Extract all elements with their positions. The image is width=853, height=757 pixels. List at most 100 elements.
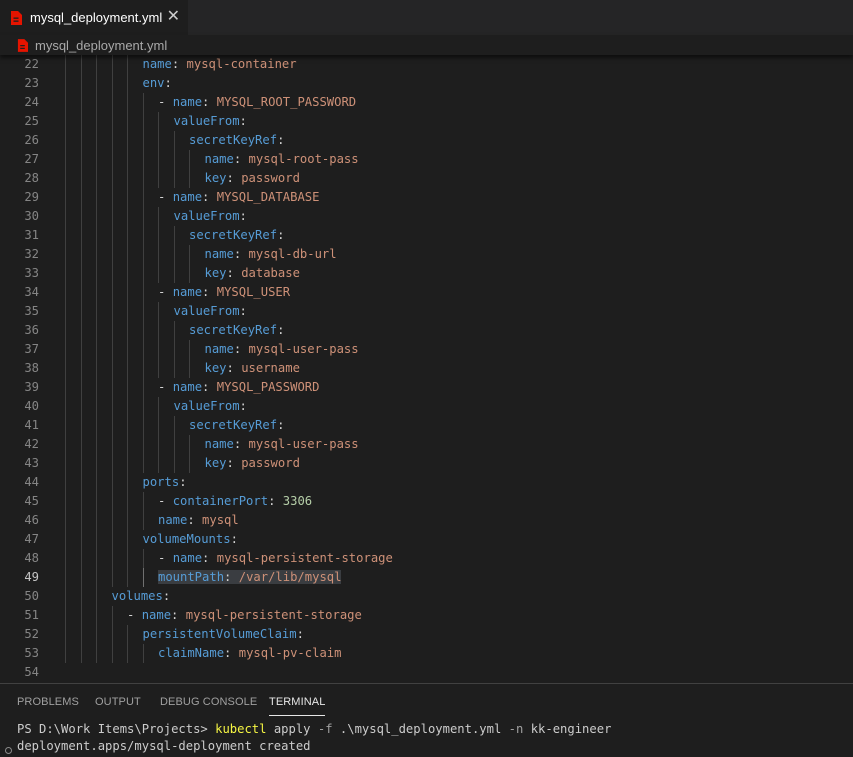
indent-guide: [96, 416, 97, 435]
tab-terminal[interactable]: TERMINAL: [269, 696, 326, 716]
code-line[interactable]: 23 env:: [0, 74, 853, 93]
code-line[interactable]: 36 secretKeyRef:: [0, 321, 853, 340]
indent-guide: [96, 112, 97, 131]
code-line[interactable]: 42 name: mysql-user-pass: [0, 435, 853, 454]
code-token: password: [241, 456, 300, 470]
tab-debug-console[interactable]: DEBUG CONSOLE: [160, 696, 257, 708]
line-number: 24: [24, 95, 39, 109]
code-line[interactable]: 32 name: mysql-db-url: [0, 245, 853, 264]
code-line[interactable]: 25 valueFrom:: [0, 112, 853, 131]
tab-problems[interactable]: PROBLEMS: [17, 696, 79, 708]
indent-guide: [96, 435, 97, 454]
line-number: 51: [24, 608, 39, 622]
code-line[interactable]: 27 name: mysql-root-pass: [0, 150, 853, 169]
code-token: :: [171, 608, 186, 622]
line-number: 48: [24, 551, 39, 565]
code-line[interactable]: 30 valueFrom:: [0, 207, 853, 226]
terminal-args: apply: [266, 722, 318, 736]
code-token: MYSQL_PASSWORD: [216, 380, 320, 394]
code-token: name: [172, 380, 203, 394]
code-line[interactable]: 31 secretKeyRef:: [0, 226, 853, 245]
code-line[interactable]: 44 ports:: [0, 473, 853, 492]
code-token: valueFrom: [173, 209, 240, 223]
code-token: name: [204, 247, 234, 261]
code-line[interactable]: 22 name: mysql-container: [0, 55, 853, 74]
code-text: - name: MYSQL_USER: [158, 283, 290, 302]
code-line[interactable]: 40 valueFrom:: [0, 397, 853, 416]
indent-guide: [65, 321, 66, 340]
breadcrumb-filename[interactable]: mysql_deployment.yml: [35, 38, 167, 53]
code-line[interactable]: 26 secretKeyRef:: [0, 131, 853, 150]
code-text: ports:: [143, 473, 187, 492]
code-token: key: [204, 171, 227, 185]
tab-output[interactable]: OUTPUT: [95, 696, 141, 708]
indent-guide: [127, 435, 128, 454]
code-line[interactable]: 41 secretKeyRef:: [0, 416, 853, 435]
code-line[interactable]: 48 - name: mysql-persistent-storage: [0, 549, 853, 568]
code-token: :: [226, 456, 242, 470]
indent-guide: [111, 302, 113, 321]
code-line[interactable]: 46 name: mysql: [0, 511, 853, 530]
indent-guide: [189, 435, 190, 454]
code-token: key: [204, 456, 227, 470]
code-line[interactable]: 50 volumes:: [0, 587, 853, 606]
indent-guide: [158, 207, 159, 226]
line-number: 39: [24, 380, 39, 394]
code-line[interactable]: 29 - name: MYSQL_DATABASE: [0, 188, 853, 207]
code-line[interactable]: 45 - containerPort: 3306: [0, 492, 853, 511]
code-line[interactable]: 54: [0, 663, 853, 682]
code-editor[interactable]: 22 name: mysql-container 23 env: 24 - name: M…: [0, 55, 853, 683]
code-line[interactable]: 35 valueFrom:: [0, 302, 853, 321]
code-line[interactable]: 28 key: password: [0, 169, 853, 188]
code-line[interactable]: 34 - name: MYSQL_USER: [0, 283, 853, 302]
indent-guide: [80, 283, 82, 302]
indent-guide: [80, 511, 82, 530]
indent-guide: [173, 321, 175, 340]
code-token: name: [142, 57, 172, 71]
indent-guide: [111, 150, 113, 169]
code-token: valueFrom: [173, 304, 240, 318]
code-token: mysql-root-pass: [248, 152, 359, 166]
code-token: :: [239, 304, 247, 318]
code-line[interactable]: 51 - name: mysql-persistent-storage: [0, 606, 853, 625]
command-status-icon[interactable]: [5, 747, 12, 754]
code-line[interactable]: 52 persistentVolumeClaim:: [0, 625, 853, 644]
indent-guide: [111, 530, 113, 549]
code-token: mysql-db-url: [248, 247, 337, 261]
indent-guide: [96, 74, 97, 93]
indent-guide: [80, 131, 82, 150]
indent-guide: [80, 169, 82, 188]
indent-guide: [142, 93, 144, 112]
terminal-command-line[interactable]: PS D:\Work Items\Projects> kubectl apply…: [17, 721, 611, 738]
code-line[interactable]: 49 mountPath: /var/lib/mysql: [0, 568, 853, 587]
indent-guide: [96, 150, 97, 169]
code-token: :: [233, 342, 249, 356]
tab-mysql-deployment[interactable]: mysql_deployment.yml ✕: [0, 0, 188, 35]
indent-guide: [127, 131, 128, 150]
code-line[interactable]: 43 key: password: [0, 454, 853, 473]
indent-guide: [173, 454, 175, 473]
indent-guide: [127, 93, 128, 112]
code-line[interactable]: 33 key: database: [0, 264, 853, 283]
indent-guide: [80, 55, 82, 74]
code-line[interactable]: 37 name: mysql-user-pass: [0, 340, 853, 359]
indent-guide: [96, 321, 97, 340]
code-line[interactable]: 39 - name: MYSQL_PASSWORD: [0, 378, 853, 397]
code-text: key: password: [205, 169, 300, 188]
code-token: :: [226, 266, 242, 280]
indent-guide: [80, 302, 82, 321]
close-icon[interactable]: ✕: [167, 8, 180, 26]
indent-guide: [111, 511, 113, 530]
code-token: key: [204, 266, 227, 280]
code-token: :: [239, 114, 247, 128]
code-line[interactable]: 24 - name: MYSQL_ROOT_PASSWORD: [0, 93, 853, 112]
code-text: secretKeyRef:: [189, 321, 284, 340]
indent-guide: [127, 511, 128, 530]
indent-guide: [111, 169, 113, 188]
code-token: 3306: [282, 494, 313, 508]
code-line[interactable]: 47 volumeMounts:: [0, 530, 853, 549]
code-token: :: [202, 95, 217, 109]
code-line[interactable]: 38 key: username: [0, 359, 853, 378]
code-line[interactable]: 53 claimName: mysql-pv-claim: [0, 644, 853, 663]
code-token: secretKeyRef: [189, 133, 278, 147]
